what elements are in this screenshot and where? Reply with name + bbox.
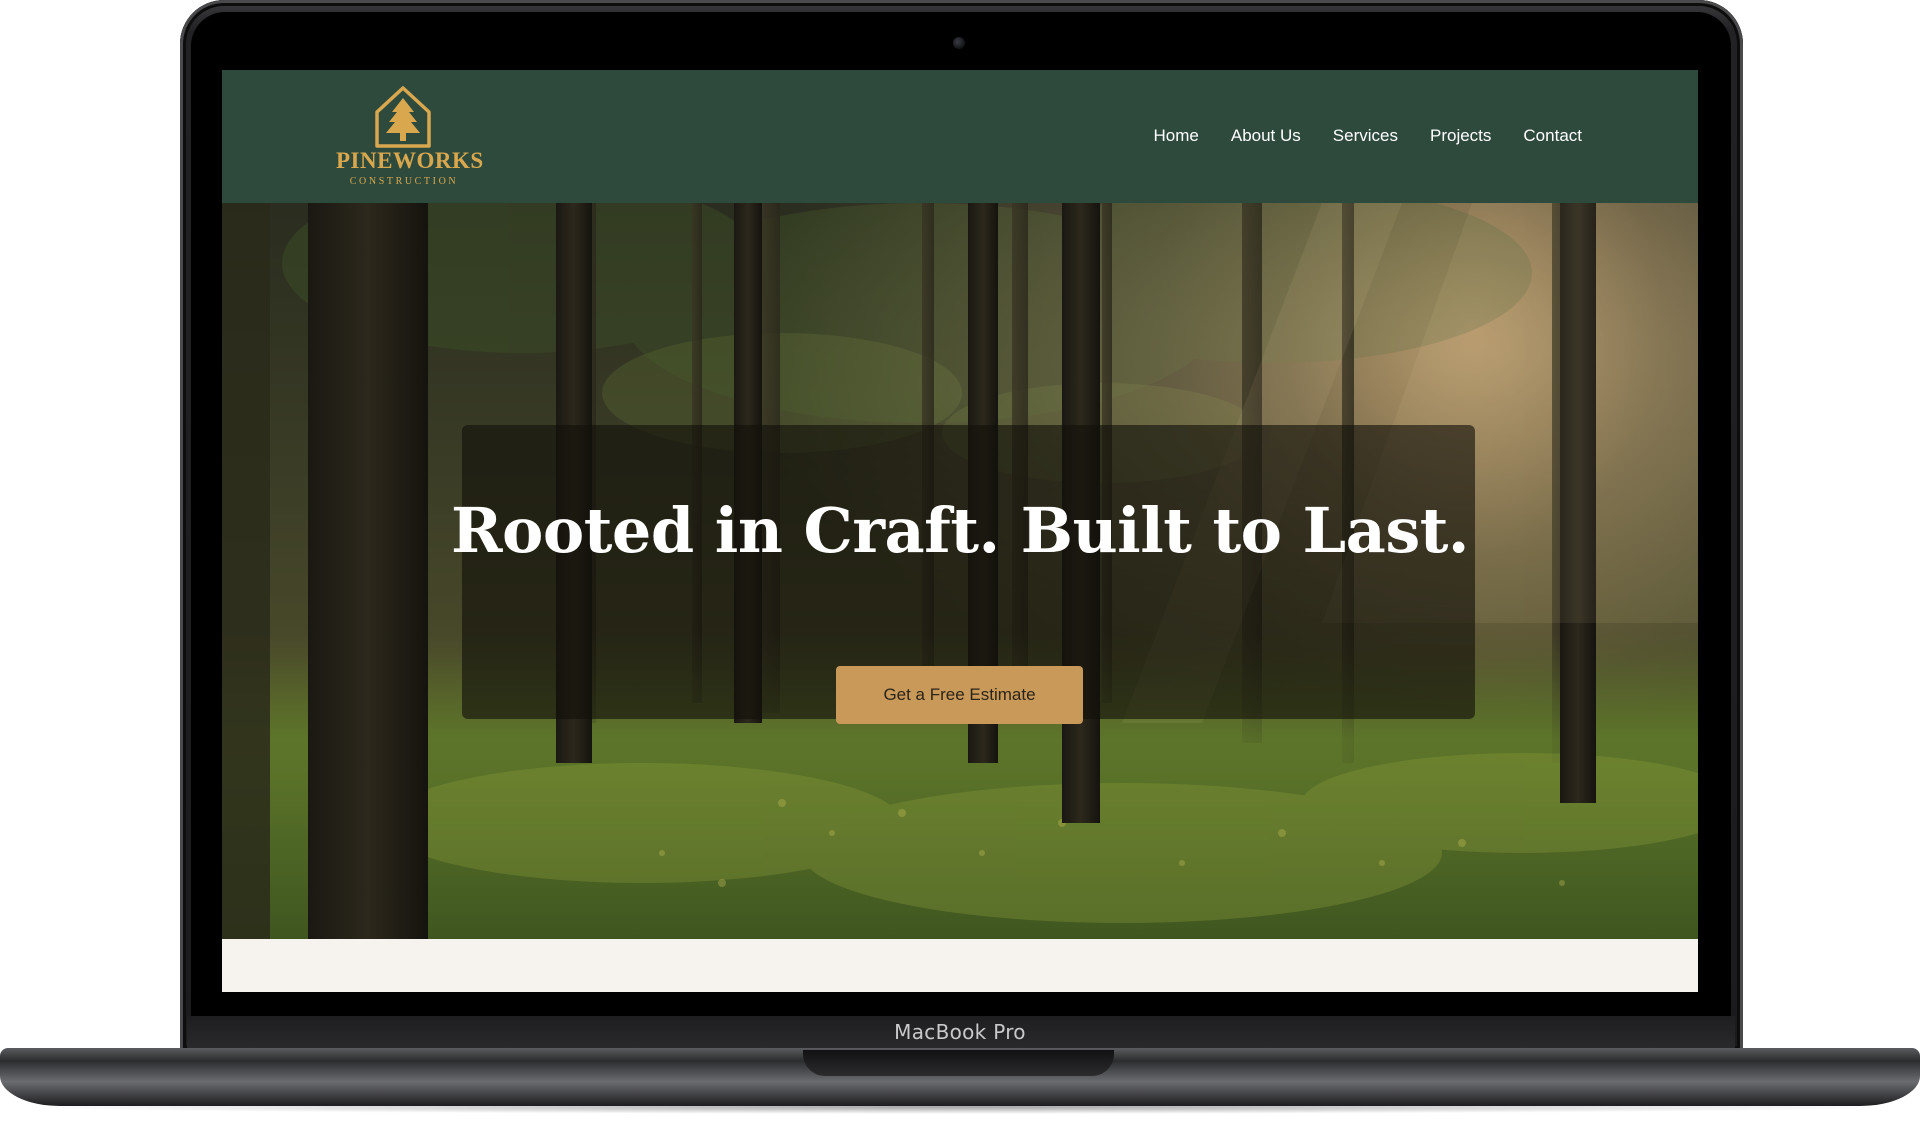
get-estimate-button[interactable]: Get a Free Estimate [836,666,1083,724]
nav-services[interactable]: Services [1333,126,1398,146]
camera-icon [953,37,965,49]
nav-about-us[interactable]: About Us [1231,126,1301,146]
pine-tree-house-icon [375,86,431,148]
laptop-mockup: PINEWORKS CONSTRUCTION Home About Us Ser… [0,0,1920,1140]
hero-title: Rooted in Craft. Built to Last. [451,494,1469,567]
website-viewport: PINEWORKS CONSTRUCTION Home About Us Ser… [222,70,1698,992]
logo-tagline: CONSTRUCTION [349,176,459,187]
main-nav: Home About Us Services Projects Contact [1154,126,1583,146]
hero-section: Rooted in Craft. Built to Last. Get a Fr… [222,203,1698,939]
nav-projects[interactable]: Projects [1430,126,1491,146]
device-model-label: MacBook Pro [894,1020,1026,1044]
nav-home[interactable]: Home [1154,126,1199,146]
brand-logo[interactable]: PINEWORKS CONSTRUCTION [336,86,484,190]
logo-wordmark: PINEWORKS [336,148,484,173]
site-header: PINEWORKS CONSTRUCTION Home About Us Ser… [222,70,1698,203]
next-section-strip [222,939,1698,992]
nav-contact[interactable]: Contact [1523,126,1582,146]
laptop-hinge-notch [803,1050,1114,1076]
